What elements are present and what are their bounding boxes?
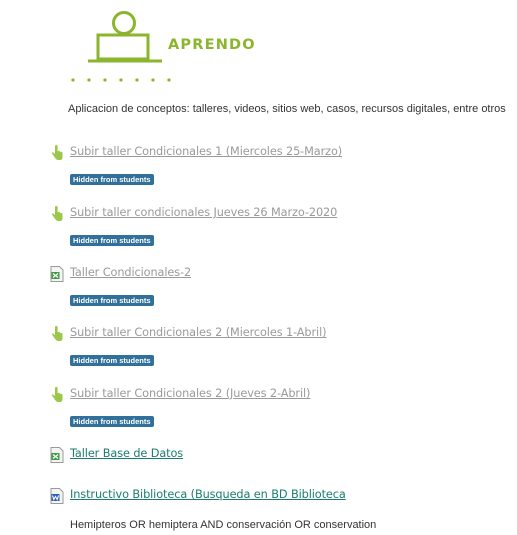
activity-link[interactable]: Taller Base de Datos (70, 447, 183, 460)
assignment-hand-icon (50, 387, 64, 403)
activity-link[interactable]: Taller Condicionales-2 (70, 266, 191, 279)
learner-at-desk-icon (71, 11, 171, 82)
word-document-icon (50, 488, 64, 504)
hidden-badge: Hidden from students (70, 174, 154, 185)
assignment-hand-icon (50, 326, 64, 342)
hidden-badge: Hidden from students (70, 355, 154, 366)
section-banner-title: APRENDO (168, 37, 256, 53)
hidden-badge: Hidden from students (70, 416, 154, 427)
spreadsheet-file-icon (50, 266, 64, 282)
assignment-hand-icon (50, 206, 64, 222)
section-description: Aplicacion de conceptos: talleres, video… (68, 103, 506, 115)
activity-link[interactable]: Instructivo Biblioteca (Busqueda en BD B… (70, 488, 346, 501)
activity-link[interactable]: Subir taller condicionales Jueves 26 Mar… (70, 206, 337, 219)
activity-link[interactable]: Subir taller Condicionales 2 (Jueves 2-A… (70, 387, 310, 400)
assignment-hand-icon (50, 145, 64, 161)
hidden-badge: Hidden from students (70, 295, 154, 306)
activity-link[interactable]: Subir taller Condicionales 1 (Miercoles … (70, 145, 342, 158)
hidden-badge: Hidden from students (70, 235, 154, 246)
search-hint-text: Hemipteros OR hemiptera AND conservación… (70, 519, 377, 531)
spreadsheet-file-icon (50, 447, 64, 463)
activity-link[interactable]: Subir taller Condicionales 2 (Miercoles … (70, 326, 327, 339)
